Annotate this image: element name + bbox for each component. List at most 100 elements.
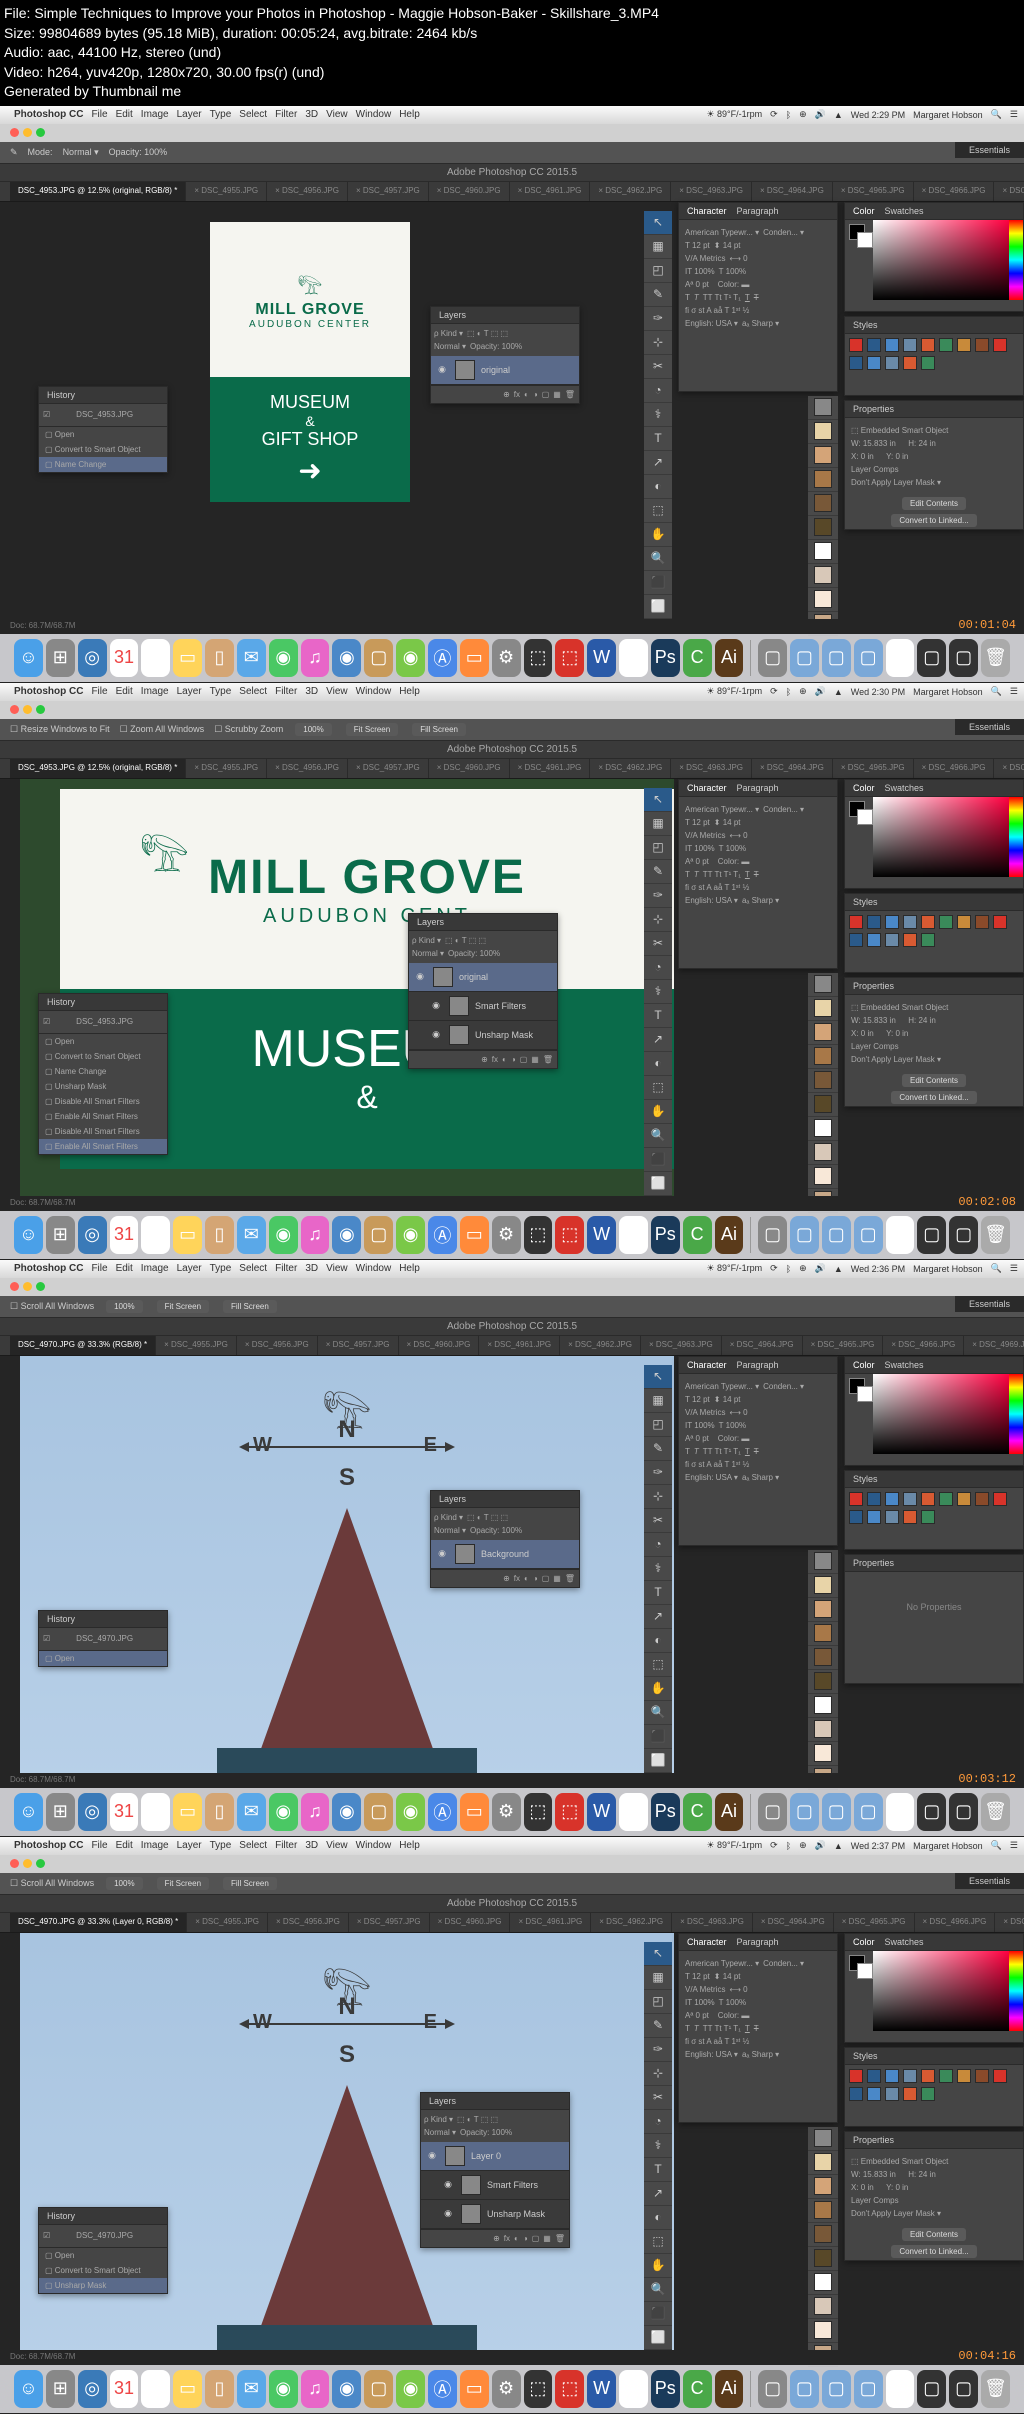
tool-item[interactable]: ⬛ <box>644 1148 672 1172</box>
audio-icon[interactable]: 🔊 <box>815 686 826 697</box>
username[interactable]: Margaret Hobson <box>913 110 983 120</box>
tracking-field[interactable]: ⟷ 0 <box>729 1408 747 1417</box>
paragraph-tab[interactable]: Paragraph <box>737 206 779 216</box>
menu-window[interactable]: Window <box>356 686 392 697</box>
wifi-signal-icon[interactable]: ▲ <box>834 1841 843 1851</box>
layer-row[interactable]: ◉ Layer 0 <box>421 2142 569 2171</box>
username[interactable]: Margaret Hobson <box>913 1841 983 1851</box>
blend-mode[interactable]: Normal ▾ <box>412 949 444 958</box>
sync-icon[interactable]: ⟳ <box>770 1263 778 1274</box>
fx-icon[interactable]: fx <box>514 390 520 399</box>
dock-finder[interactable]: ☺ <box>14 2370 43 2408</box>
style-swatch[interactable] <box>921 338 935 352</box>
document-tab-active[interactable]: DSC_4970.JPG @ 33.3% (RGB/8) * <box>10 1336 156 1356</box>
snapshot-thumb[interactable] <box>54 408 72 422</box>
opt-checkbox[interactable]: ☐ Resize Windows to Fit <box>10 724 110 735</box>
color-field[interactable] <box>873 220 1009 300</box>
style-swatch[interactable] <box>939 915 953 929</box>
font-select[interactable]: American Typewr... ▾ <box>685 228 759 237</box>
swatch-item[interactable] <box>808 588 838 612</box>
dock-folder1[interactable]: ▢ <box>364 1793 393 1831</box>
tool-item[interactable]: ✎ <box>644 1437 672 1461</box>
history-state[interactable]: ▢ Open <box>39 1034 167 1049</box>
layer-opacity[interactable]: Opacity: 100% <box>470 1526 522 1535</box>
swatch-item[interactable] <box>808 1021 838 1045</box>
dock-downloads[interactable]: ▢ <box>758 1216 787 1254</box>
size-field[interactable]: T 12 pt <box>685 1972 710 1981</box>
dock-trash[interactable]: 🗑 <box>981 639 1010 677</box>
document-tab[interactable]: × DSC_4957.JPG <box>349 1913 430 1933</box>
opt-button[interactable]: Fit Screen <box>346 723 398 736</box>
style-swatch[interactable] <box>993 915 1007 929</box>
vscale-field[interactable]: IT 100% <box>685 1998 715 2007</box>
wifi-icon[interactable]: ⊕ <box>799 1840 807 1851</box>
sync-icon[interactable]: ⟳ <box>770 686 778 697</box>
visibility-icon[interactable]: ◉ <box>441 2208 455 2219</box>
menu-file[interactable]: File <box>91 109 107 120</box>
tool-item[interactable]: ⬜ <box>644 1749 672 1773</box>
tool-item[interactable]: ◐ <box>644 1052 672 1076</box>
swatch-item[interactable] <box>808 2199 838 2223</box>
snapshot-toggle[interactable]: ☑ <box>43 410 50 419</box>
trash-icon[interactable]: 🗑 <box>543 1055 553 1064</box>
style-swatch[interactable] <box>867 356 881 370</box>
dock-folder-b[interactable]: ▢ <box>822 639 851 677</box>
document-tab[interactable]: × DSC_4960.JPG <box>430 1913 511 1933</box>
tool-item[interactable]: ✎ <box>644 283 672 307</box>
menu-view[interactable]: View <box>326 686 348 697</box>
dock-calendar[interactable]: 31 <box>110 1216 139 1254</box>
menu-file[interactable]: File <box>91 1263 107 1274</box>
style-swatch[interactable] <box>903 915 917 929</box>
blend-mode[interactable]: Normal ▾ <box>434 1526 466 1535</box>
dock-maps[interactable]: ◉ <box>396 2370 425 2408</box>
convert-linked-button[interactable]: Convert to Linked... <box>891 2245 976 2258</box>
swatch-item[interactable] <box>808 1670 838 1694</box>
dock-word[interactable]: W <box>587 1216 616 1254</box>
style-swatch[interactable] <box>849 2069 863 2083</box>
lang-select[interactable]: English: USA ▾ <box>685 319 738 328</box>
style-swatch[interactable] <box>939 338 953 352</box>
maximize-button[interactable] <box>36 128 45 137</box>
background-color[interactable] <box>857 809 873 825</box>
dock-jump[interactable]: ⬚ <box>141 2370 170 2408</box>
menu-image[interactable]: Image <box>141 1840 169 1851</box>
minimize-button[interactable] <box>23 1859 32 1868</box>
background-color[interactable] <box>857 232 873 248</box>
layer-row[interactable]: ◉ Background <box>431 1540 579 1569</box>
tool-item[interactable]: ⬚ <box>644 1076 672 1100</box>
visibility-icon[interactable]: ◉ <box>429 1000 443 1011</box>
layer-mask-select[interactable]: Don't Apply Layer Mask ▾ <box>851 478 941 487</box>
tool-item[interactable]: T <box>644 2158 672 2182</box>
style-swatch[interactable] <box>867 1492 881 1506</box>
dock-appstore[interactable]: Ⓐ <box>428 2370 457 2408</box>
dock-earth[interactable]: ◉ <box>332 2370 361 2408</box>
history-state[interactable]: ▢ Disable All Smart Filters <box>39 1094 167 1109</box>
dock-preferences[interactable]: ⚙ <box>492 1793 521 1831</box>
tool-item[interactable]: ⚕ <box>644 403 672 427</box>
menu-image[interactable]: Image <box>141 109 169 120</box>
opt-checkbox[interactable]: ☐ Zoom All Windows <box>120 724 205 735</box>
menu-filter[interactable]: Filter <box>275 1840 297 1851</box>
layer-opacity[interactable]: Opacity: 100% <box>460 2128 512 2137</box>
styles-tab[interactable]: Styles <box>853 2051 878 2061</box>
menu-help[interactable]: Help <box>399 1840 420 1851</box>
menu-select[interactable]: Select <box>239 1263 267 1274</box>
styles-tab[interactable]: Styles <box>853 320 878 330</box>
dock-camtasia[interactable]: C <box>683 639 712 677</box>
layer-thumbnail[interactable] <box>455 360 475 380</box>
dock-safari[interactable]: ◎ <box>78 1793 107 1831</box>
edit-contents-button[interactable]: Edit Contents <box>902 1074 966 1087</box>
swatch-item[interactable] <box>808 1117 838 1141</box>
character-tab[interactable]: Character <box>687 1360 727 1370</box>
dock-notes[interactable]: ▭ <box>173 2370 202 2408</box>
snapshot-toggle[interactable]: ☑ <box>43 1017 50 1026</box>
dock-illustrator[interactable]: Ai <box>715 1793 744 1831</box>
document-tab[interactable]: × DSC_4957.JPG <box>348 182 429 202</box>
dock-finder[interactable]: ☺ <box>14 1216 43 1254</box>
menu-3d[interactable]: 3D <box>305 1263 318 1274</box>
style-select[interactable]: Conden... ▾ <box>763 1959 804 1968</box>
mask-icon[interactable]: ◐ <box>524 390 529 399</box>
document-tab[interactable]: × DSC_4965.JPG <box>803 1336 884 1356</box>
dock-mail[interactable]: ✉ <box>237 639 266 677</box>
wifi-signal-icon[interactable]: ▲ <box>834 687 843 697</box>
